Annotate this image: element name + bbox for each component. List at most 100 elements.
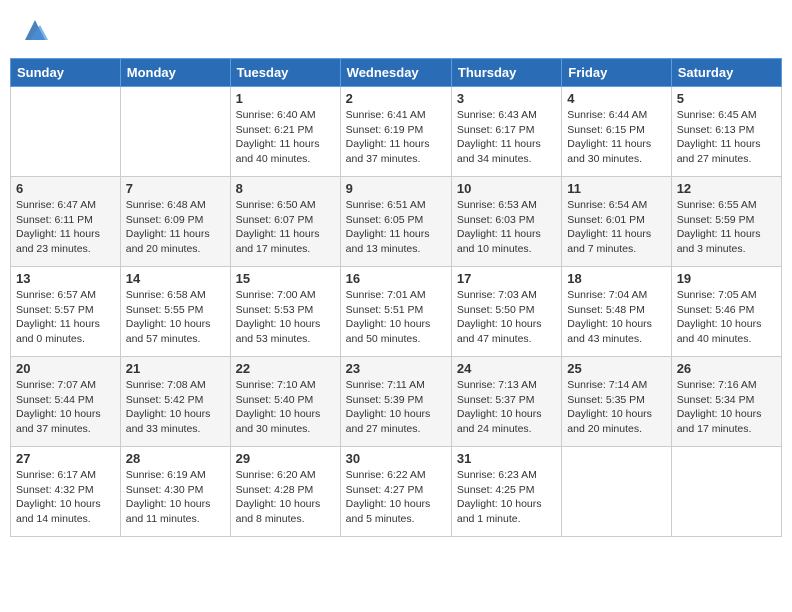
calendar-cell: 13 Sunrise: 6:57 AM Sunset: 5:57 PM Dayli… bbox=[11, 267, 121, 357]
day-number: 20 bbox=[16, 361, 115, 376]
day-info: Sunrise: 7:13 AM Sunset: 5:37 PM Dayligh… bbox=[457, 378, 556, 437]
day-info: Sunrise: 7:11 AM Sunset: 5:39 PM Dayligh… bbox=[346, 378, 446, 437]
calendar-week-row: 6 Sunrise: 6:47 AM Sunset: 6:11 PM Daylig… bbox=[11, 177, 782, 267]
day-number: 10 bbox=[457, 181, 556, 196]
calendar-cell: 2 Sunrise: 6:41 AM Sunset: 6:19 PM Daylig… bbox=[340, 87, 451, 177]
calendar-cell: 26Sunrise: 7:16 AM Sunset: 5:34 PM Dayli… bbox=[671, 357, 781, 447]
day-number: 2 bbox=[346, 91, 446, 106]
day-number: 12 bbox=[677, 181, 776, 196]
day-number: 3 bbox=[457, 91, 556, 106]
calendar-week-row: 1 Sunrise: 6:40 AM Sunset: 6:21 PM Daylig… bbox=[11, 87, 782, 177]
calendar-cell: 21 Sunrise: 7:08 AM Sunset: 5:42 PM Dayli… bbox=[120, 357, 230, 447]
day-info: Sunrise: 6:41 AM Sunset: 6:19 PM Dayligh… bbox=[346, 108, 446, 167]
day-number: 31 bbox=[457, 451, 556, 466]
calendar-cell: 25 Sunrise: 7:14 AM Sunset: 5:35 PM Dayli… bbox=[562, 357, 671, 447]
day-number: 17 bbox=[457, 271, 556, 286]
calendar-cell: 4 Sunrise: 6:44 AM Sunset: 6:15 PM Daylig… bbox=[562, 87, 671, 177]
day-info: Sunrise: 6:48 AM Sunset: 6:09 PM Dayligh… bbox=[126, 198, 225, 257]
calendar-cell: 20 Sunrise: 7:07 AM Sunset: 5:44 PM Dayli… bbox=[11, 357, 121, 447]
calendar-cell: 14 Sunrise: 6:58 AM Sunset: 5:55 PM Dayli… bbox=[120, 267, 230, 357]
calendar-cell: 5Sunrise: 6:45 AM Sunset: 6:13 PM Daylig… bbox=[671, 87, 781, 177]
day-number: 5 bbox=[677, 91, 776, 106]
day-number: 7 bbox=[126, 181, 225, 196]
day-info: Sunrise: 7:01 AM Sunset: 5:51 PM Dayligh… bbox=[346, 288, 446, 347]
calendar-cell bbox=[11, 87, 121, 177]
logo bbox=[20, 15, 54, 45]
calendar-cell: 1 Sunrise: 6:40 AM Sunset: 6:21 PM Daylig… bbox=[230, 87, 340, 177]
day-info: Sunrise: 7:08 AM Sunset: 5:42 PM Dayligh… bbox=[126, 378, 225, 437]
day-info: Sunrise: 6:43 AM Sunset: 6:17 PM Dayligh… bbox=[457, 108, 556, 167]
day-info: Sunrise: 6:54 AM Sunset: 6:01 PM Dayligh… bbox=[567, 198, 665, 257]
day-info: Sunrise: 6:22 AM Sunset: 4:27 PM Dayligh… bbox=[346, 468, 446, 527]
calendar-cell: 19 Sunrise: 7:05 AM Sunset: 5:46 PM Dayli… bbox=[671, 267, 781, 357]
day-info: Sunrise: 7:03 AM Sunset: 5:50 PM Dayligh… bbox=[457, 288, 556, 347]
day-number: 28 bbox=[126, 451, 225, 466]
day-info: Sunrise: 6:47 AM Sunset: 6:11 PM Dayligh… bbox=[16, 198, 115, 257]
day-number: 26 bbox=[677, 361, 776, 376]
calendar-cell: 9 Sunrise: 6:51 AM Sunset: 6:05 PM Daylig… bbox=[340, 177, 451, 267]
calendar-week-row: 27 Sunrise: 6:17 AM Sunset: 4:32 PM Dayli… bbox=[11, 447, 782, 537]
day-number: 27 bbox=[16, 451, 115, 466]
calendar-week-row: 13 Sunrise: 6:57 AM Sunset: 5:57 PM Dayli… bbox=[11, 267, 782, 357]
day-number: 23 bbox=[346, 361, 446, 376]
calendar-cell: 23 Sunrise: 7:11 AM Sunset: 5:39 PM Dayli… bbox=[340, 357, 451, 447]
day-number: 13 bbox=[16, 271, 115, 286]
day-number: 24 bbox=[457, 361, 556, 376]
calendar-week-row: 20 Sunrise: 7:07 AM Sunset: 5:44 PM Dayli… bbox=[11, 357, 782, 447]
col-header-thursday: Thursday bbox=[451, 59, 561, 87]
day-number: 8 bbox=[236, 181, 335, 196]
calendar-cell: 22Sunrise: 7:10 AM Sunset: 5:40 PM Dayli… bbox=[230, 357, 340, 447]
day-number: 16 bbox=[346, 271, 446, 286]
calendar-cell: 24 Sunrise: 7:13 AM Sunset: 5:37 PM Dayli… bbox=[451, 357, 561, 447]
day-number: 30 bbox=[346, 451, 446, 466]
day-info: Sunrise: 6:23 AM Sunset: 4:25 PM Dayligh… bbox=[457, 468, 556, 527]
day-number: 14 bbox=[126, 271, 225, 286]
day-info: Sunrise: 7:05 AM Sunset: 5:46 PM Dayligh… bbox=[677, 288, 776, 347]
day-info: Sunrise: 7:00 AM Sunset: 5:53 PM Dayligh… bbox=[236, 288, 335, 347]
day-info: Sunrise: 7:10 AM Sunset: 5:40 PM Dayligh… bbox=[236, 378, 335, 437]
day-number: 4 bbox=[567, 91, 665, 106]
calendar-cell: 15Sunrise: 7:00 AM Sunset: 5:53 PM Dayli… bbox=[230, 267, 340, 357]
day-info: Sunrise: 6:19 AM Sunset: 4:30 PM Dayligh… bbox=[126, 468, 225, 527]
calendar-cell: 30 Sunrise: 6:22 AM Sunset: 4:27 PM Dayli… bbox=[340, 447, 451, 537]
calendar-cell bbox=[671, 447, 781, 537]
day-info: Sunrise: 7:07 AM Sunset: 5:44 PM Dayligh… bbox=[16, 378, 115, 437]
calendar-cell: 27 Sunrise: 6:17 AM Sunset: 4:32 PM Dayli… bbox=[11, 447, 121, 537]
day-info: Sunrise: 6:58 AM Sunset: 5:55 PM Dayligh… bbox=[126, 288, 225, 347]
calendar-cell bbox=[120, 87, 230, 177]
day-number: 1 bbox=[236, 91, 335, 106]
day-info: Sunrise: 6:57 AM Sunset: 5:57 PM Dayligh… bbox=[16, 288, 115, 347]
day-number: 11 bbox=[567, 181, 665, 196]
calendar-cell: 16 Sunrise: 7:01 AM Sunset: 5:51 PM Dayli… bbox=[340, 267, 451, 357]
calendar-cell: 10Sunrise: 6:53 AM Sunset: 6:03 PM Dayli… bbox=[451, 177, 561, 267]
logo-icon bbox=[20, 15, 50, 45]
day-number: 9 bbox=[346, 181, 446, 196]
calendar-cell: 7 Sunrise: 6:48 AM Sunset: 6:09 PM Daylig… bbox=[120, 177, 230, 267]
calendar-cell: 3 Sunrise: 6:43 AM Sunset: 6:17 PM Daylig… bbox=[451, 87, 561, 177]
day-info: Sunrise: 7:14 AM Sunset: 5:35 PM Dayligh… bbox=[567, 378, 665, 437]
calendar-table: SundayMondayTuesdayWednesdayThursdayFrid… bbox=[10, 58, 782, 537]
col-header-friday: Friday bbox=[562, 59, 671, 87]
page-header bbox=[10, 10, 782, 50]
calendar-cell: 29Sunrise: 6:20 AM Sunset: 4:28 PM Dayli… bbox=[230, 447, 340, 537]
day-info: Sunrise: 6:55 AM Sunset: 5:59 PM Dayligh… bbox=[677, 198, 776, 257]
day-number: 21 bbox=[126, 361, 225, 376]
day-number: 25 bbox=[567, 361, 665, 376]
col-header-wednesday: Wednesday bbox=[340, 59, 451, 87]
col-header-saturday: Saturday bbox=[671, 59, 781, 87]
calendar-cell: 12 Sunrise: 6:55 AM Sunset: 5:59 PM Dayli… bbox=[671, 177, 781, 267]
day-number: 29 bbox=[236, 451, 335, 466]
day-info: Sunrise: 6:51 AM Sunset: 6:05 PM Dayligh… bbox=[346, 198, 446, 257]
col-header-monday: Monday bbox=[120, 59, 230, 87]
day-info: Sunrise: 6:50 AM Sunset: 6:07 PM Dayligh… bbox=[236, 198, 335, 257]
day-info: Sunrise: 7:04 AM Sunset: 5:48 PM Dayligh… bbox=[567, 288, 665, 347]
day-info: Sunrise: 6:40 AM Sunset: 6:21 PM Dayligh… bbox=[236, 108, 335, 167]
day-info: Sunrise: 6:17 AM Sunset: 4:32 PM Dayligh… bbox=[16, 468, 115, 527]
day-info: Sunrise: 6:44 AM Sunset: 6:15 PM Dayligh… bbox=[567, 108, 665, 167]
calendar-cell: 11 Sunrise: 6:54 AM Sunset: 6:01 PM Dayli… bbox=[562, 177, 671, 267]
calendar-cell: 31 Sunrise: 6:23 AM Sunset: 4:25 PM Dayli… bbox=[451, 447, 561, 537]
day-number: 6 bbox=[16, 181, 115, 196]
calendar-cell: 18 Sunrise: 7:04 AM Sunset: 5:48 PM Dayli… bbox=[562, 267, 671, 357]
day-number: 19 bbox=[677, 271, 776, 286]
day-number: 18 bbox=[567, 271, 665, 286]
